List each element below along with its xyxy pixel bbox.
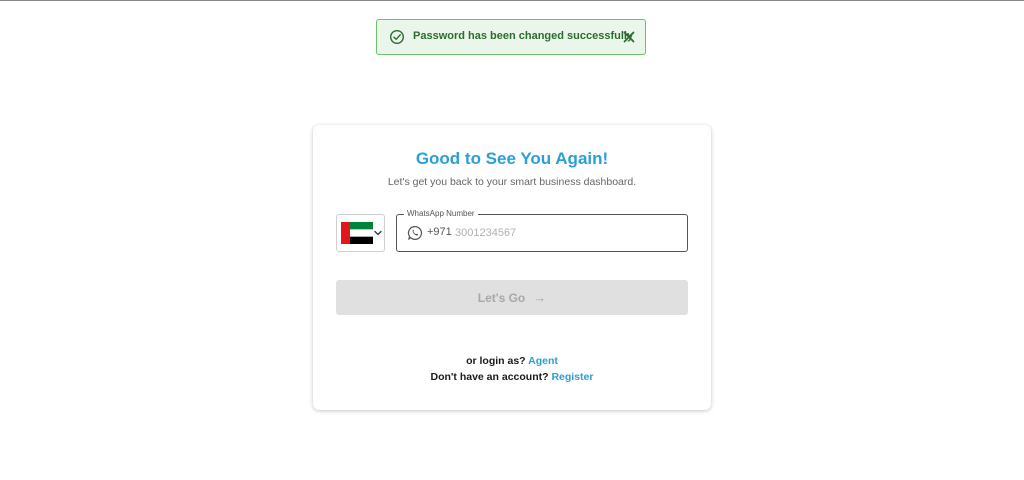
agent-prompt: or login as? bbox=[466, 355, 526, 367]
page-subtitle: Let's get you back to your smart busines… bbox=[387, 176, 637, 188]
chevron-down-icon bbox=[374, 230, 382, 236]
page-title: Good to See You Again! bbox=[415, 149, 609, 168]
lets-go-button[interactable]: Let's Go → bbox=[336, 280, 688, 315]
register-prompt: Don't have an account? bbox=[430, 371, 549, 383]
success-toast: Password has been changed successfully bbox=[376, 19, 646, 55]
close-icon[interactable] bbox=[622, 30, 636, 44]
phone-number-input[interactable] bbox=[455, 223, 675, 243]
agent-login-link[interactable]: Agent bbox=[528, 355, 558, 367]
agent-login-line: or login as? Agent bbox=[313, 355, 711, 367]
uae-flag-icon bbox=[341, 222, 373, 244]
toast-message: Password has been changed successfully bbox=[413, 30, 634, 42]
arrow-right-icon: → bbox=[533, 290, 547, 305]
lets-go-label: Let's Go bbox=[477, 290, 526, 305]
dial-code: +971 bbox=[427, 226, 452, 238]
country-code-select[interactable] bbox=[336, 214, 385, 252]
login-card: Good to See You Again! Let's get you bac… bbox=[313, 125, 711, 410]
register-link[interactable]: Register bbox=[551, 371, 593, 383]
check-circle-icon bbox=[389, 29, 405, 45]
register-line: Don't have an account? Register bbox=[313, 371, 711, 383]
whatsapp-number-label: WhatsApp Number bbox=[404, 208, 478, 220]
whatsapp-number-field[interactable]: WhatsApp Number +971 bbox=[396, 208, 688, 252]
top-border bbox=[0, 0, 1024, 1]
whatsapp-icon bbox=[407, 225, 423, 240]
